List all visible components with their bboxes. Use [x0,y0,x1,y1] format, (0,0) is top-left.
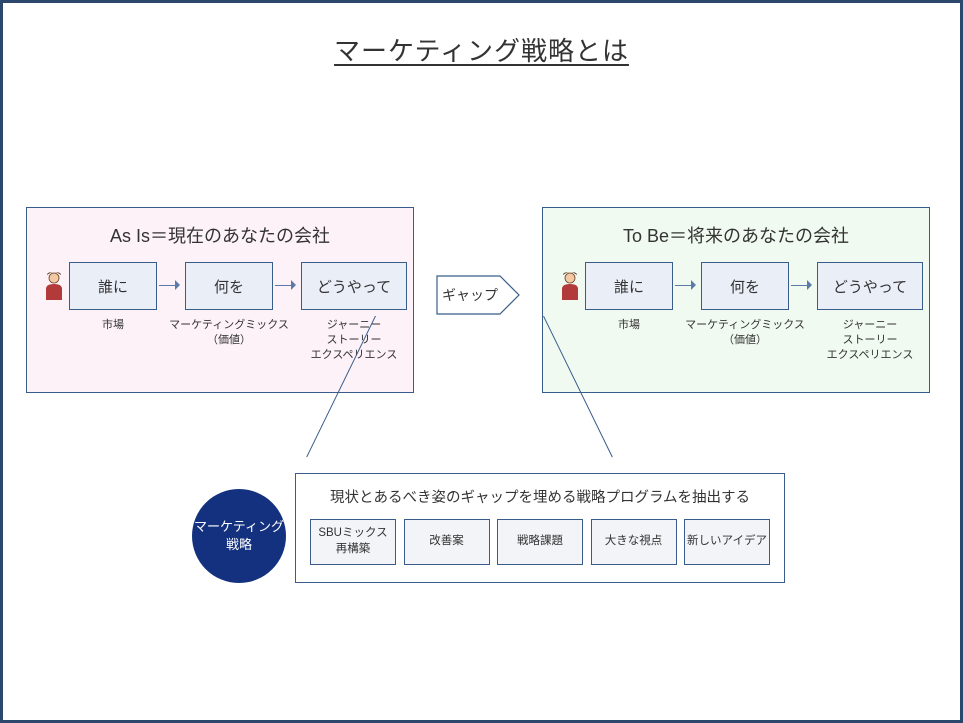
strategy-panel: 現状とあるべき姿のギャップを埋める戦略プログラムを抽出する SBUミックス再構築… [295,473,785,583]
asis-step-how: どうやって ジャーニーストーリーエクスペリエンス [301,262,407,310]
tobe-step-how-caption: ジャーニーストーリーエクスペリエンス [827,318,914,363]
arrow-right-icon [157,281,185,291]
tobe-step-how-box: どうやって [817,262,923,310]
asis-step-what: 何を マーケティングミックス（価値） [185,262,273,310]
arrow-right-icon [273,281,301,291]
strategy-box-2: 戦略課題 [497,519,583,565]
gap-shape: ギャップ [436,275,520,315]
strategy-heading: 現状とあるべき姿のギャップを埋める戦略プログラムを抽出する [310,486,770,507]
tobe-step-who-caption: 市場 [618,318,640,333]
arrow-right-icon [789,281,817,291]
tobe-step-who: 誰に 市場 [585,262,673,310]
gap-label: ギャップ [436,275,504,315]
strategy-circle-label: マーケティング戦略 [194,518,284,554]
asis-step-how-box: どうやって [301,262,407,310]
strategy-box-1: 改善案 [404,519,490,565]
strategy-circle: マーケティング戦略 [192,489,286,583]
tobe-step-what: 何を マーケティングミックス（価値） [701,262,789,310]
strategy-box-4: 新しいアイデア [684,519,770,565]
tobe-step-what-box: 何を [701,262,789,310]
tobe-step-who-box: 誰に [585,262,673,310]
asis-flow: 誰に 市場 何を マーケティングミックス（価値） どうやって ジャーニーストーリ… [39,262,401,310]
tobe-step-how: どうやって ジャーニーストーリーエクスペリエンス [817,262,923,310]
asis-step-who-caption: 市場 [102,318,124,333]
asis-step-how-caption: ジャーニーストーリーエクスペリエンス [311,318,398,363]
asis-step-what-caption: マーケティングミックス（価値） [169,318,289,348]
person-icon [43,272,67,300]
asis-heading: As Is＝現在のあなたの会社 [39,222,401,248]
tobe-flow: 誰に 市場 何を マーケティングミックス（価値） どうやって ジャーニーストーリ… [555,262,917,310]
asis-step-who-box: 誰に [69,262,157,310]
strategy-box-3: 大きな視点 [591,519,677,565]
asis-panel: As Is＝現在のあなたの会社 誰に 市場 何を マーケティングミックス（価値） [26,207,414,393]
asis-step-who: 誰に 市場 [69,262,157,310]
tobe-panel: To Be＝将来のあなたの会社 誰に 市場 何を マーケティングミックス（価値） [542,207,930,393]
asis-step-what-box: 何を [185,262,273,310]
slide-title: マーケティング戦略とは [3,31,960,68]
tobe-step-what-caption: マーケティングミックス（価値） [685,318,805,348]
arrow-right-icon [673,281,701,291]
strategy-boxes: SBUミックス再構築 改善案 戦略課題 大きな視点 新しいアイデア [310,519,770,565]
person-icon [559,272,583,300]
strategy-box-0: SBUミックス再構築 [310,519,396,565]
tobe-heading: To Be＝将来のあなたの会社 [555,222,917,248]
slide-canvas: マーケティング戦略とは As Is＝現在のあなたの会社 誰に 市場 何を マーケ… [0,0,963,723]
